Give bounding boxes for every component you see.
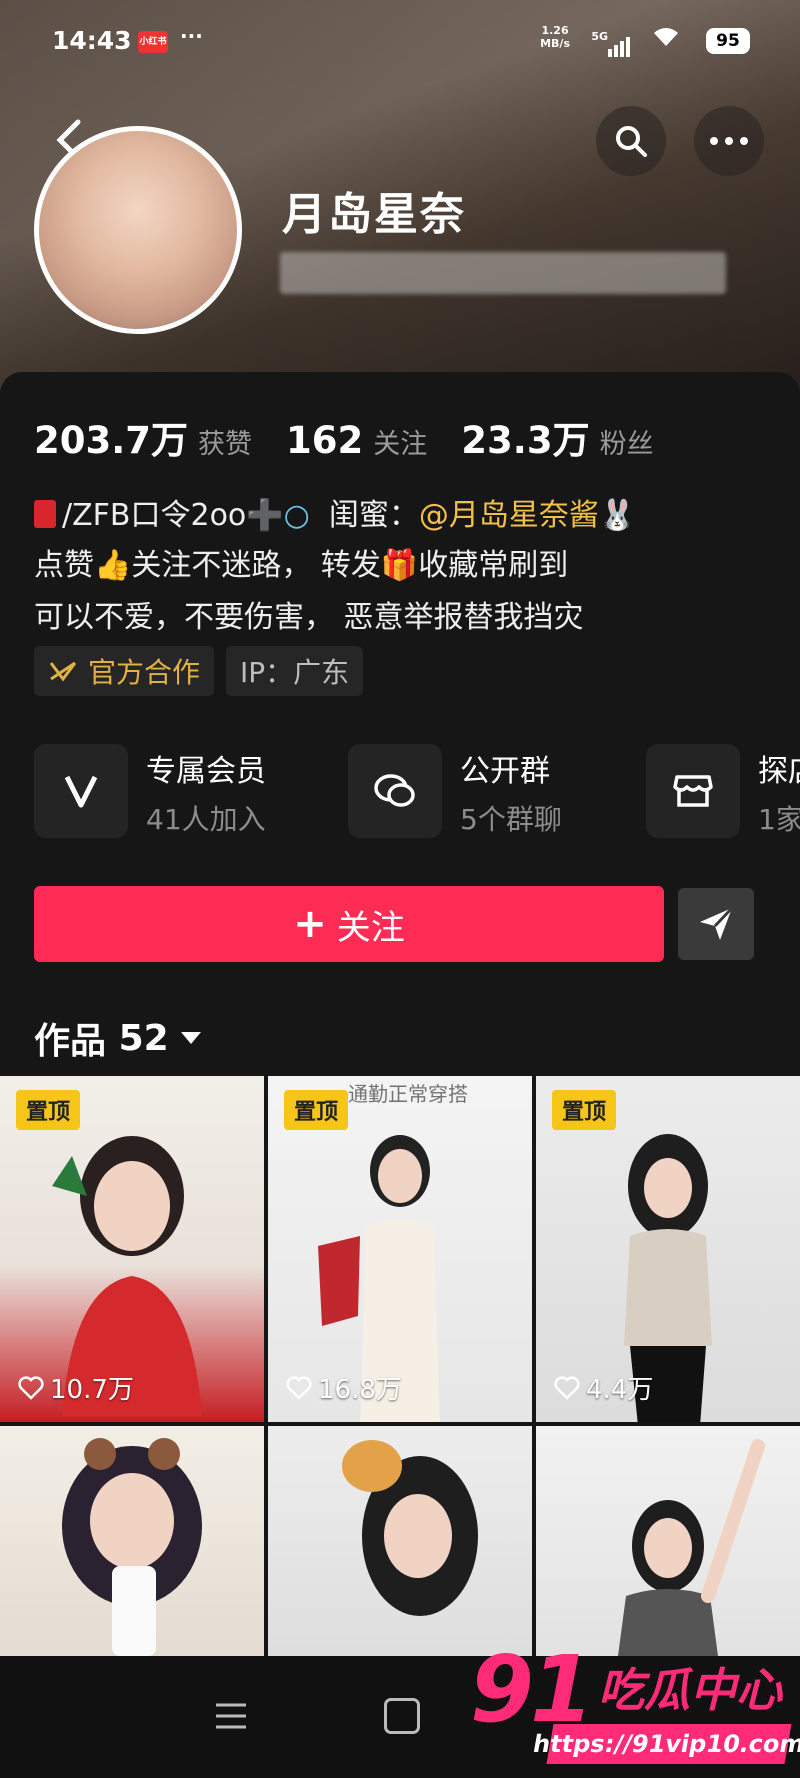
red-envelope-icon xyxy=(34,500,56,528)
video-item[interactable] xyxy=(0,1426,264,1656)
official-cooperation-tag[interactable]: 官方合作 xyxy=(34,646,215,696)
signal-icon xyxy=(608,28,632,57)
works-tab[interactable]: 作品 52 xyxy=(34,1012,201,1064)
gift-icon: 🎁 xyxy=(380,548,419,583)
video-likes: 16.8万 xyxy=(286,1369,402,1406)
network-type: 5G xyxy=(591,30,608,43)
bio-line-1: /ZFB口令2oo➕○ 闺蜜：@月岛星奈酱🐰 xyxy=(34,490,794,534)
wifi-icon xyxy=(652,26,680,54)
more-dots-icon xyxy=(710,137,748,145)
pinned-badge: 置顶 xyxy=(284,1090,349,1130)
bio-line-2: 点赞👍关注不迷路， 转发🎁收藏常刷到 xyxy=(34,548,569,583)
ip-location-tag: IP：广东 xyxy=(226,646,364,696)
video-thumbnail xyxy=(62,1438,202,1656)
followers-count[interactable]: 23.3万 xyxy=(461,410,589,464)
status-more-dots: ··· xyxy=(180,24,203,48)
likes-label: 获赞 xyxy=(198,429,253,460)
more-button[interactable] xyxy=(694,106,764,176)
net-speed: 1.26 MB/s xyxy=(540,24,570,50)
heart-icon xyxy=(18,1375,44,1400)
share-button[interactable] xyxy=(678,888,754,960)
video-grid: 置顶 10.7万 通勤正常穿搭 置顶 16.8万 置顶 4.4万 xyxy=(0,1076,800,1656)
followers-label: 粉丝 xyxy=(599,429,654,460)
send-icon xyxy=(700,906,734,940)
status-time: 14:43 xyxy=(52,26,132,55)
v-membership-icon xyxy=(34,744,128,838)
plus-icon: + xyxy=(293,901,327,947)
stats-row: 203.7万 获赞 162 关注 23.3万 粉丝 xyxy=(34,410,688,464)
rabbit-icon: 🐰 xyxy=(598,498,637,533)
avatar[interactable] xyxy=(34,126,242,334)
chevron-down-icon xyxy=(180,1032,201,1044)
video-thumbnail xyxy=(342,1440,478,1616)
follow-button[interactable]: + 关注 xyxy=(34,886,664,962)
status-bar: 14:43 小红书 ··· 1.26 MB/s 5G 95 xyxy=(52,22,750,62)
search-icon xyxy=(616,126,647,157)
video-item[interactable] xyxy=(536,1426,800,1656)
bio-mention-link[interactable]: @月岛星奈酱 xyxy=(419,498,599,533)
battery-icon: 95 xyxy=(706,28,750,54)
pinned-badge: 置顶 xyxy=(552,1090,617,1130)
video-caption: 通勤正常穿搭 xyxy=(348,1082,468,1106)
cooperation-icon xyxy=(49,661,77,682)
video-item[interactable]: 置顶 4.4万 xyxy=(536,1076,800,1422)
tags-row: 官方合作 IP：广东 xyxy=(34,646,375,696)
video-likes: 10.7万 xyxy=(18,1369,134,1406)
recent-apps-icon[interactable] xyxy=(214,1702,248,1730)
username: 月岛星奈 xyxy=(282,189,466,240)
services-row: 专属会员 41人加入 公开群 5个群聊 探店 1家 xyxy=(34,744,800,844)
following-count[interactable]: 162 xyxy=(286,419,363,462)
pinned-badge: 置顶 xyxy=(16,1090,81,1130)
search-button[interactable] xyxy=(596,106,666,176)
plus-icon: ➕ xyxy=(246,498,284,533)
home-icon[interactable] xyxy=(384,1698,420,1734)
group-chat-icon xyxy=(348,744,442,838)
video-item[interactable]: 置顶 10.7万 xyxy=(0,1076,264,1422)
video-likes: 4.4万 xyxy=(554,1369,653,1406)
watermark-logo: 91 吃瓜中心 https://91vip10.com xyxy=(470,1636,800,1778)
video-item[interactable] xyxy=(268,1426,532,1656)
bubbles-icon: ○ xyxy=(283,498,310,533)
app-badge: 小红书 xyxy=(138,31,168,53)
video-item[interactable]: 通勤正常穿搭 置顶 16.8万 xyxy=(268,1076,532,1422)
heart-icon xyxy=(286,1375,312,1400)
bio-line-3: 可以不爱，不要伤害， 恶意举报替我挡灾 xyxy=(34,600,584,635)
thumbs-up-icon: 👍 xyxy=(94,548,132,583)
video-thumbnail xyxy=(618,1439,765,1656)
heart-icon xyxy=(554,1375,580,1400)
shop-icon xyxy=(646,744,740,838)
following-label: 关注 xyxy=(373,429,428,460)
likes-count[interactable]: 203.7万 xyxy=(34,410,188,464)
blurred-id xyxy=(280,252,726,294)
